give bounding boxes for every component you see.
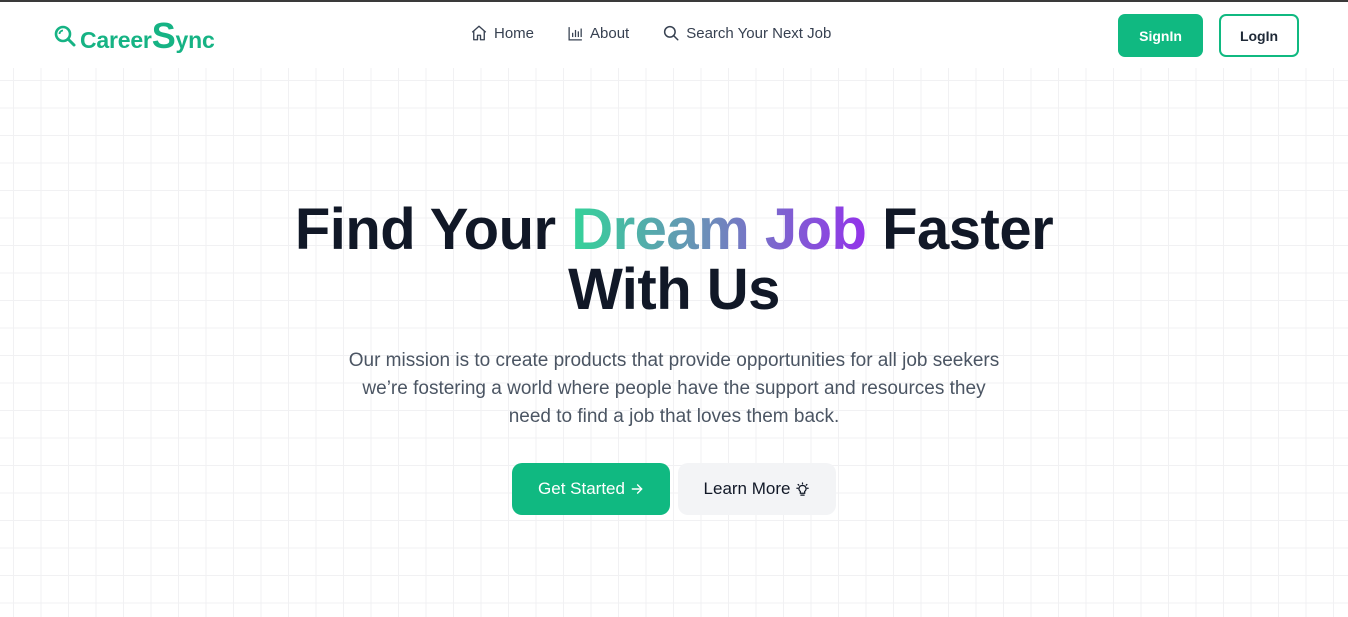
brand-name-suffix: ync: [175, 27, 215, 53]
mission-line: we’re fostering a world where people hav…: [362, 378, 986, 399]
magnifier-logo-icon: [53, 24, 77, 48]
login-button[interactable]: LogIn: [1219, 14, 1299, 57]
cta-group: Get Started Learn More: [512, 463, 836, 515]
headline-part1: Find Your: [294, 197, 572, 262]
get-started-button[interactable]: Get Started: [512, 463, 670, 515]
headline-part2: Faster: [866, 197, 1054, 262]
headline-line2: With Us: [568, 257, 780, 322]
nav-item-label: Search Your Next Job: [686, 24, 832, 42]
get-started-label: Get Started: [538, 479, 625, 498]
main-nav: Home About Search Your Next Job: [470, 24, 864, 42]
learn-more-label: Learn More: [703, 479, 791, 498]
nav-item-about[interactable]: About: [567, 25, 629, 42]
nav-item-label: Home: [494, 24, 535, 42]
nav-item-label: About: [590, 24, 630, 42]
navbar: Career S ync Home About Search Your Next…: [0, 2, 1348, 68]
home-icon: [471, 25, 487, 41]
mission-line: need to find a job that loves them back.: [508, 406, 840, 427]
hero-section: Find Your Dream Job Faster With Us Our m…: [0, 68, 1348, 617]
mission-statement: Our mission is to create products that p…: [0, 347, 1348, 431]
search-icon: [664, 25, 679, 41]
headline-highlight: Dream Job: [571, 197, 867, 262]
arrow-right-icon: [630, 482, 644, 496]
nav-item-search-jobs[interactable]: Search Your Next Job: [662, 24, 831, 42]
lightbulb-icon: [795, 481, 810, 497]
hero-headline: Find Your Dream Job Faster With Us: [0, 200, 1348, 320]
brand-name-big-letter: S: [151, 15, 176, 56]
bar-chart-icon: [568, 26, 582, 41]
learn-more-button[interactable]: Learn More: [678, 463, 836, 515]
brand-name: Career S ync: [80, 18, 215, 54]
mission-line: Our mission is to create products that p…: [348, 350, 1000, 371]
nav-item-home[interactable]: Home: [470, 24, 534, 42]
brand-name-prefix: Career: [80, 27, 152, 53]
signin-button[interactable]: SignIn: [1118, 14, 1203, 57]
brand-logo[interactable]: Career S ync: [53, 16, 215, 56]
